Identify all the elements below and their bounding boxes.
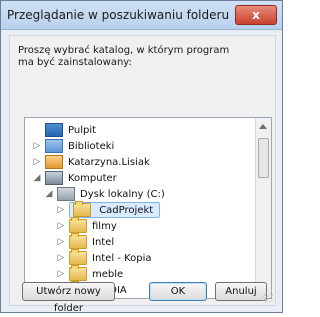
ok-button[interactable]: OK — [149, 282, 207, 301]
tree-item-label: meble — [92, 268, 124, 280]
scroll-thumb[interactable] — [258, 138, 269, 178]
cancel-button[interactable]: Anuluj — [215, 282, 267, 301]
tree-item-biblioteki[interactable]: ▷ Biblioteki — [31, 138, 114, 154]
tree-item-label: Katarzyna.Lisiak — [68, 156, 150, 168]
tree-expander[interactable]: ▷ — [55, 221, 67, 231]
window-title: Przeglądanie w poszukiwaniu folderu — [7, 8, 230, 22]
tree-item-intel[interactable]: ▷ Intel — [55, 233, 115, 250]
folder-icon — [69, 217, 87, 233]
title-bar[interactable]: Przeglądanie w poszukiwaniu folderu x — [1, 1, 282, 30]
resize-grip-icon[interactable] — [263, 293, 273, 303]
tree-item-label: filmy — [92, 220, 117, 232]
tree-expander[interactable]: ▷ — [55, 205, 67, 215]
tree-item-label: Pulpit — [68, 124, 97, 136]
folder-icon — [73, 201, 91, 217]
tree-item-intel-kopia[interactable]: ▷ Intel - Kopia — [55, 249, 152, 266]
computer-icon — [45, 171, 63, 185]
close-button[interactable]: x — [235, 5, 277, 25]
tree-expander[interactable]: ▷ — [55, 253, 67, 263]
local-disk-icon — [57, 187, 75, 201]
scroll-up-icon[interactable] — [259, 124, 267, 129]
vertical-scrollbar[interactable] — [255, 118, 271, 298]
tree-expander[interactable]: ▷ — [55, 237, 67, 247]
desktop-icon — [45, 123, 63, 137]
tree-item-dysk-lokalny-c[interactable]: ◢ Dysk lokalny (C:) — [43, 186, 165, 202]
tree-item-label: CadProjekt — [99, 205, 154, 216]
libraries-icon — [45, 139, 63, 153]
new-folder-button[interactable]: Utwórz nowy folder — [22, 282, 115, 314]
folder-tree[interactable]: Pulpit ▷ Biblioteki ▷ Katarzyna.Lisiak ◢… — [24, 117, 272, 299]
folder-icon — [69, 233, 87, 249]
tree-item-label: Dysk lokalny (C:) — [80, 188, 165, 200]
prompt-text: Proszę wybrać katalog, w którym program … — [18, 45, 230, 68]
browse-folder-dialog: Przeglądanie w poszukiwaniu folderu x Pr… — [0, 0, 283, 314]
tree-item-label: Intel - Kopia — [92, 252, 152, 264]
folder-icon — [69, 265, 87, 281]
tree-item-label: Komputer — [68, 172, 117, 184]
tree-expander[interactable]: ◢ — [31, 173, 43, 183]
tree-item-label: Biblioteki — [68, 140, 115, 152]
tree-expander[interactable]: ▷ — [31, 141, 43, 151]
tree-item-pulpit[interactable]: Pulpit — [31, 122, 96, 138]
tree-item-label: Intel — [92, 236, 115, 248]
tree-item-katarzyna-lisiak[interactable]: ▷ Katarzyna.Lisiak — [31, 154, 150, 170]
tree-expander[interactable]: ◢ — [43, 189, 55, 199]
dialog-content: Proszę wybrać katalog, w którym program … — [9, 35, 276, 314]
tree-item-meble[interactable]: ▷ meble — [55, 265, 124, 282]
tree-item-filmy[interactable]: ▷ filmy — [55, 217, 117, 234]
tree-expander[interactable]: ▷ — [31, 157, 43, 167]
user-folder-icon — [45, 155, 63, 169]
selected-folder-highlight: CadProjekt — [69, 201, 161, 218]
tree-item-cadprojekt[interactable]: ▷ CadProjekt — [55, 201, 161, 218]
tree-expander[interactable]: ▷ — [55, 269, 67, 279]
tree-item-komputer[interactable]: ◢ Komputer — [31, 170, 117, 186]
folder-icon — [69, 249, 87, 265]
